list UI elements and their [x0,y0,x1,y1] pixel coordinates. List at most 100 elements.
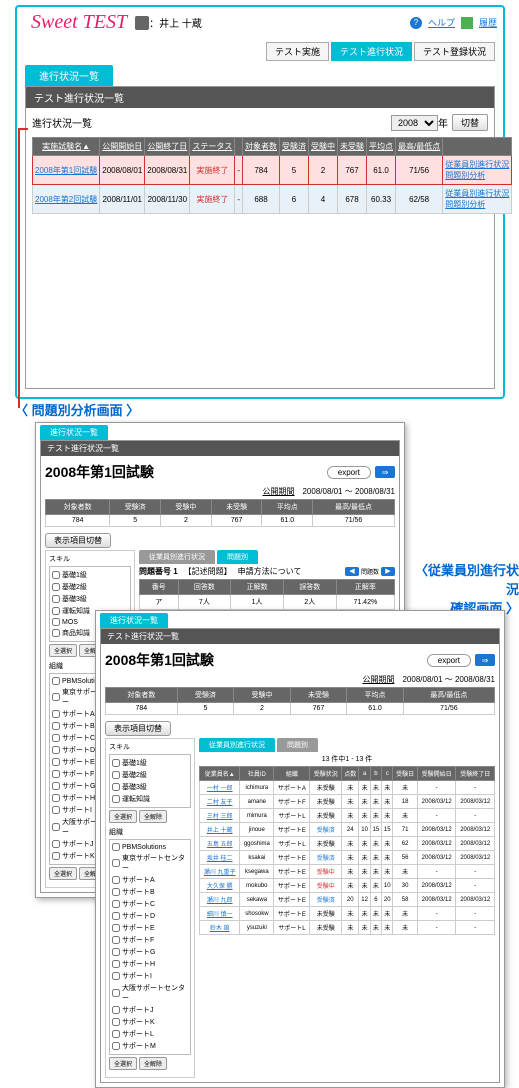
filter-checkbox[interactable] [112,924,120,932]
emp-name-link[interactable]: 瀬川 九重子 [200,865,240,879]
test-name-link[interactable]: 2008年第2回試験 [33,185,100,214]
history-link[interactable]: 履歴 [479,16,497,29]
filter-item[interactable]: 基礎1級 [112,757,188,769]
sub-tab[interactable]: 進行状況一覧 [40,425,108,440]
col-target[interactable]: 対象者数 [243,138,280,156]
filter-item[interactable]: サポートA [112,874,188,886]
filter-item[interactable]: 運転知識 [112,793,188,805]
filter-item[interactable]: 大阪サポートセンター [112,982,188,1004]
inner-tab-emp[interactable]: 従業員別進行状況 [139,550,215,564]
col-hilow[interactable]: 最高/最低点 [396,138,443,156]
export-button[interactable]: export [427,654,471,667]
filter-checkbox[interactable] [112,972,120,980]
emp-name-link[interactable]: 一村 一郎 [200,781,240,795]
filter-checkbox[interactable] [112,1006,120,1014]
filter-item[interactable]: サポートK [112,1016,188,1028]
filter-checkbox[interactable] [52,746,60,754]
filter-checkbox[interactable] [52,794,60,802]
filter-checkbox[interactable] [112,1030,120,1038]
filter-checkbox[interactable] [52,852,60,860]
analysis-link[interactable]: 問題別分析 [445,200,485,209]
filter-checkbox[interactable] [52,629,60,637]
sub-tab-progress[interactable]: 進行状況一覧 [25,65,113,86]
filter-checkbox[interactable] [112,1042,120,1050]
filter-checkbox[interactable] [112,759,120,767]
filter-item[interactable]: サポートE [112,922,188,934]
col-name[interactable]: 実施試験名▲ [33,138,100,156]
filter-checkbox[interactable] [52,693,60,701]
sub-tab[interactable]: 進行状況一覧 [100,613,168,628]
filter-checkbox[interactable] [112,795,120,803]
filter-item[interactable]: サポートH [112,958,188,970]
filter-checkbox[interactable] [52,571,60,579]
filter-checkbox[interactable] [52,734,60,742]
filter-checkbox[interactable] [52,607,60,615]
col-status[interactable]: ステータス [190,138,235,156]
filter-checkbox[interactable] [52,806,60,814]
prev-q[interactable]: ◀ [345,567,359,576]
analysis-link[interactable]: 問題別分析 [445,171,485,180]
filter-item[interactable]: 東京サポートセンター [112,852,188,874]
excel-icon[interactable] [461,17,473,29]
col-doing[interactable]: 受験中 [309,138,338,156]
filter-checkbox[interactable] [52,677,60,685]
filter-checkbox[interactable] [52,722,60,730]
filter-checkbox[interactable] [52,710,60,718]
filter-checkbox[interactable] [112,888,120,896]
back-button[interactable]: ⇒ [475,654,495,666]
tab-progress[interactable]: テスト進行状況 [331,42,412,61]
filter-item[interactable]: 基礎3級 [112,781,188,793]
filter-item[interactable]: サポートD [112,910,188,922]
filter-checkbox[interactable] [52,770,60,778]
emp-name-link[interactable]: 大久保 勝 [200,879,240,893]
emp-progress-link[interactable]: 従業員別進行状況 [445,160,509,169]
select-all[interactable]: 全選択 [49,644,77,657]
filter-item[interactable]: サポートF [112,934,188,946]
col-done[interactable]: 受験済 [280,138,309,156]
filter-checkbox[interactable] [112,771,120,779]
filter-item[interactable]: サポートJ [112,1004,188,1016]
help-link[interactable]: ヘルプ [428,16,455,29]
emp-name-link[interactable]: 細川 慎一 [200,907,240,921]
next-q[interactable]: ▶ [381,567,395,576]
filter-checkbox[interactable] [112,843,120,851]
filter-checkbox[interactable] [112,948,120,956]
emp-name-link[interactable]: 五島 五郎 [200,837,240,851]
filter-checkbox[interactable] [112,876,120,884]
toggle-button[interactable]: 表示項目切替 [45,533,111,548]
filter-checkbox[interactable] [52,595,60,603]
select-all[interactable]: 全選択 [49,867,77,880]
filter-checkbox[interactable] [112,900,120,908]
help-icon[interactable]: ? [410,17,422,29]
emp-name-link[interactable]: 二村 友子 [200,795,240,809]
toggle-button[interactable]: 表示項目切替 [105,721,171,736]
filter-item[interactable]: サポートG [112,946,188,958]
filter-checkbox[interactable] [112,1018,120,1026]
filter-checkbox[interactable] [52,823,60,831]
filter-item[interactable]: サポートM [112,1040,188,1052]
filter-checkbox[interactable] [112,859,120,867]
col-end[interactable]: 公開終了日 [145,138,190,156]
inner-tab-q[interactable]: 問題別 [217,550,258,564]
filter-item[interactable]: 基礎2級 [112,769,188,781]
export-button[interactable]: export [327,466,371,479]
filter-item[interactable]: サポートL [112,1028,188,1040]
filter-item[interactable]: 基礎3級 [52,593,128,605]
col-avg[interactable]: 平均点 [367,138,396,156]
filter-checkbox[interactable] [52,782,60,790]
filter-checkbox[interactable] [52,583,60,591]
filter-item[interactable]: サポートC [112,898,188,910]
tab-register[interactable]: テスト登録状況 [414,42,495,61]
inner-tab-q[interactable]: 問題別 [277,738,318,752]
col-not[interactable]: 未受験 [338,138,367,156]
emp-name-link[interactable]: 三村 三郎 [200,809,240,823]
back-button[interactable]: ⇒ [375,466,395,478]
emp-progress-link[interactable]: 従業員別進行状況 [445,189,509,198]
filter-item[interactable]: サポートB [112,886,188,898]
col-start[interactable]: 公開開始日 [100,138,145,156]
filter-checkbox[interactable] [52,758,60,766]
filter-item[interactable]: PBMSolutions [112,842,188,852]
inner-tab-emp[interactable]: 従業員別進行状況 [199,738,275,752]
filter-checkbox[interactable] [112,936,120,944]
emp-name-link[interactable]: 瀬川 九郎 [200,893,240,907]
